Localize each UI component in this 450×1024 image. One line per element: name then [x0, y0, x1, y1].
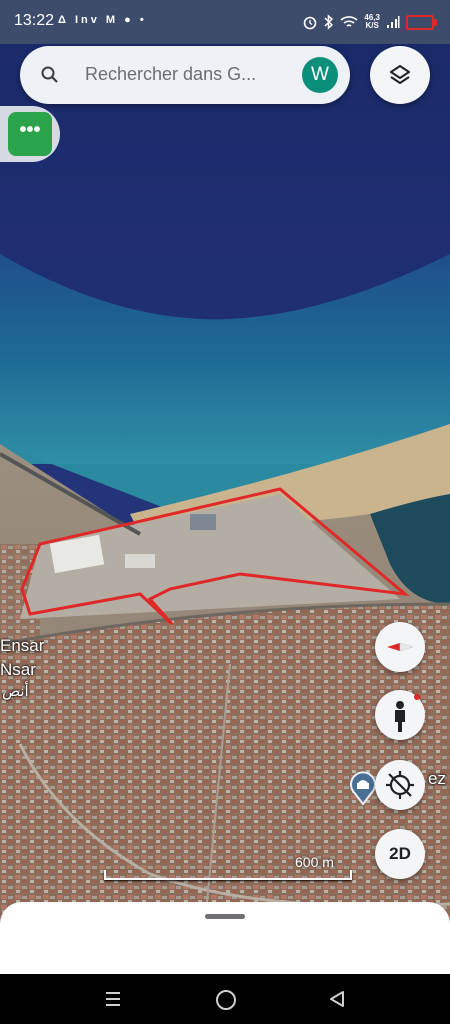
- bluetooth-icon: [324, 14, 334, 30]
- network-speed-unit: K/S: [365, 21, 379, 30]
- bottom-sheet[interactable]: [0, 902, 450, 976]
- location-off-icon: [386, 771, 414, 799]
- my-location-button[interactable]: [375, 760, 425, 810]
- layers-button[interactable]: [370, 46, 430, 104]
- 2d-toggle-button[interactable]: 2D: [375, 829, 425, 879]
- status-time: 13:22: [14, 12, 55, 29]
- street-view-button[interactable]: [375, 690, 425, 740]
- notification-icons: Δ Inv M ● •: [58, 14, 147, 26]
- more-tab[interactable]: •••: [0, 106, 60, 162]
- search-icon[interactable]: [40, 65, 60, 85]
- system-nav-bar: [0, 974, 450, 1024]
- mosque-pin-icon[interactable]: [348, 771, 378, 805]
- pegman-icon: [395, 694, 420, 732]
- search-input[interactable]: Rechercher dans G...: [85, 64, 285, 85]
- wifi-icon: [340, 16, 358, 27]
- place-label-arabic[interactable]: أنص: [2, 682, 29, 700]
- home-icon[interactable]: [216, 990, 236, 1010]
- scale-label: 600 m: [295, 854, 334, 870]
- place-label-ensar[interactable]: Ensar: [0, 636, 44, 656]
- back-icon[interactable]: [328, 990, 346, 1008]
- alarm-icon: [304, 16, 317, 30]
- layers-icon: [390, 65, 410, 84]
- scale-bar: [104, 870, 352, 880]
- 2d-toggle-label: 2D: [389, 844, 411, 863]
- network-speed: 46,3 K/S: [364, 14, 380, 30]
- recents-icon[interactable]: [104, 991, 122, 1007]
- system-icons: 46,3 K/S: [302, 10, 437, 34]
- more-button[interactable]: •••: [8, 112, 52, 156]
- signal-icon: [387, 16, 400, 28]
- sheet-drag-handle[interactable]: [205, 914, 245, 919]
- search-bar[interactable]: Rechercher dans G... W: [20, 46, 350, 104]
- compass-button[interactable]: [375, 622, 425, 672]
- battery-icon: [406, 14, 437, 30]
- place-label-ez[interactable]: ez: [428, 769, 446, 789]
- place-label-nsar[interactable]: Nsar: [0, 660, 36, 680]
- status-bar: 13:22 Δ Inv M ● • 46,3 K/S: [0, 0, 450, 44]
- account-avatar[interactable]: W: [302, 57, 338, 93]
- compass-icon: [387, 642, 414, 652]
